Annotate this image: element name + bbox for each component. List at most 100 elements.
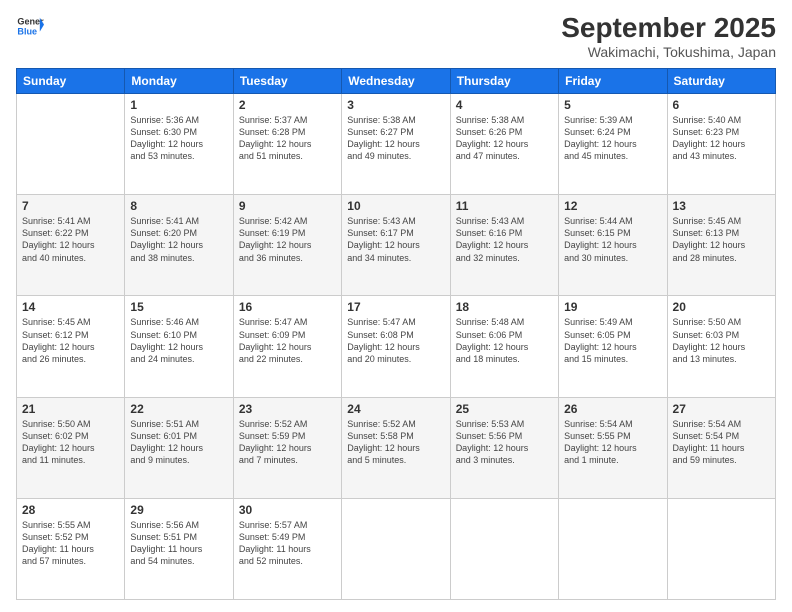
location: Wakimachi, Tokushima, Japan (561, 44, 776, 60)
table-row: 26Sunrise: 5:54 AM Sunset: 5:55 PM Dayli… (559, 397, 667, 498)
day-info: Sunrise: 5:52 AM Sunset: 5:59 PM Dayligh… (239, 418, 336, 467)
day-number: 27 (673, 402, 770, 416)
day-number: 23 (239, 402, 336, 416)
day-info: Sunrise: 5:51 AM Sunset: 6:01 PM Dayligh… (130, 418, 227, 467)
day-info: Sunrise: 5:44 AM Sunset: 6:15 PM Dayligh… (564, 215, 661, 264)
day-number: 5 (564, 98, 661, 112)
day-number: 17 (347, 300, 444, 314)
day-info: Sunrise: 5:43 AM Sunset: 6:17 PM Dayligh… (347, 215, 444, 264)
day-number: 18 (456, 300, 553, 314)
table-row: 24 Sunrise: 5:52 AM Sunset: 5:58 PM Dayli… (342, 397, 450, 498)
table-row (450, 498, 558, 599)
day-info: Sunrise: 5:49 AM Sunset: 6:05 PM Dayligh… (564, 316, 661, 365)
day-info: Sunrise: 5:48 AM Sunset: 6:06 PM Dayligh… (456, 316, 553, 365)
day-info: Sunrise: 5:38 AM Sunset: 6:27 PM Dayligh… (347, 114, 444, 163)
day-info: Sunrise: 5:47 AM Sunset: 6:09 PM Dayligh… (239, 316, 336, 365)
table-row: 28 Sunrise: 5:55 AM Sunset: 5:52 PM Dayli… (17, 498, 125, 599)
table-row: 3Sunrise: 5:38 AM Sunset: 6:27 PM Daylig… (342, 94, 450, 195)
day-info: Sunrise: 5:46 AM Sunset: 6:10 PM Dayligh… (130, 316, 227, 365)
calendar-week-row: 21 Sunrise: 5:50 AM Sunset: 6:02 PM Dayli… (17, 397, 776, 498)
day-number: 15 (130, 300, 227, 314)
header: General Blue September 2025 Wakimachi, T… (16, 12, 776, 60)
table-row: 11 Sunrise: 5:43 AM Sunset: 6:16 PM Dayli… (450, 195, 558, 296)
table-row: 29 Sunrise: 5:56 AM Sunset: 5:51 PM Dayli… (125, 498, 233, 599)
col-friday: Friday (559, 69, 667, 94)
day-number: 28 (22, 503, 119, 517)
table-row (559, 498, 667, 599)
calendar-week-row: 1 Sunrise: 5:36 AM Sunset: 6:30 PM Daylig… (17, 94, 776, 195)
col-sunday: Sunday (17, 69, 125, 94)
table-row: 5 Sunrise: 5:39 AM Sunset: 6:24 PM Daylig… (559, 94, 667, 195)
day-info: Sunrise: 5:50 AM Sunset: 6:03 PM Dayligh… (673, 316, 770, 365)
table-row: 21 Sunrise: 5:50 AM Sunset: 6:02 PM Dayli… (17, 397, 125, 498)
day-number: 10 (347, 199, 444, 213)
table-row: 22 Sunrise: 5:51 AM Sunset: 6:01 PM Dayli… (125, 397, 233, 498)
col-saturday: Saturday (667, 69, 775, 94)
day-number: 1 (130, 98, 227, 112)
day-info: Sunrise: 5:41 AM Sunset: 6:22 PM Dayligh… (22, 215, 119, 264)
day-info: Sunrise: 5:50 AM Sunset: 6:02 PM Dayligh… (22, 418, 119, 467)
day-number: 9 (239, 199, 336, 213)
day-number: 26 (564, 402, 661, 416)
col-monday: Monday (125, 69, 233, 94)
day-number: 30 (239, 503, 336, 517)
table-row: 15 Sunrise: 5:46 AM Sunset: 6:10 PM Dayli… (125, 296, 233, 397)
day-info: Sunrise: 5:43 AM Sunset: 6:16 PM Dayligh… (456, 215, 553, 264)
day-info: Sunrise: 5:55 AM Sunset: 5:52 PM Dayligh… (22, 519, 119, 568)
day-number: 7 (22, 199, 119, 213)
table-row: 7 Sunrise: 5:41 AM Sunset: 6:22 PM Daylig… (17, 195, 125, 296)
title-section: September 2025 Wakimachi, Tokushima, Jap… (561, 12, 776, 60)
day-info: Sunrise: 5:45 AM Sunset: 6:13 PM Dayligh… (673, 215, 770, 264)
table-row (667, 498, 775, 599)
day-number: 12 (564, 199, 661, 213)
day-number: 20 (673, 300, 770, 314)
day-info: Sunrise: 5:36 AM Sunset: 6:30 PM Dayligh… (130, 114, 227, 163)
day-info: Sunrise: 5:38 AM Sunset: 6:26 PM Dayligh… (456, 114, 553, 163)
table-row: 25 Sunrise: 5:53 AM Sunset: 5:56 PM Dayli… (450, 397, 558, 498)
table-row: 13 Sunrise: 5:45 AM Sunset: 6:13 PM Dayli… (667, 195, 775, 296)
logo: General Blue (16, 12, 44, 40)
day-number: 29 (130, 503, 227, 517)
day-number: 2 (239, 98, 336, 112)
page: General Blue September 2025 Wakimachi, T… (0, 0, 792, 612)
col-wednesday: Wednesday (342, 69, 450, 94)
table-row: 30 Sunrise: 5:57 AM Sunset: 5:49 PM Dayli… (233, 498, 341, 599)
day-number: 21 (22, 402, 119, 416)
table-row: 4Sunrise: 5:38 AM Sunset: 6:26 PM Daylig… (450, 94, 558, 195)
table-row: 16 Sunrise: 5:47 AM Sunset: 6:09 PM Dayli… (233, 296, 341, 397)
table-row: 20 Sunrise: 5:50 AM Sunset: 6:03 PM Dayli… (667, 296, 775, 397)
day-info: Sunrise: 5:47 AM Sunset: 6:08 PM Dayligh… (347, 316, 444, 365)
day-info: Sunrise: 5:42 AM Sunset: 6:19 PM Dayligh… (239, 215, 336, 264)
day-number: 24 (347, 402, 444, 416)
day-info: Sunrise: 5:53 AM Sunset: 5:56 PM Dayligh… (456, 418, 553, 467)
day-info: Sunrise: 5:57 AM Sunset: 5:49 PM Dayligh… (239, 519, 336, 568)
table-row: 8Sunrise: 5:41 AM Sunset: 6:20 PM Daylig… (125, 195, 233, 296)
day-number: 13 (673, 199, 770, 213)
day-number: 14 (22, 300, 119, 314)
day-info: Sunrise: 5:56 AM Sunset: 5:51 PM Dayligh… (130, 519, 227, 568)
day-info: Sunrise: 5:39 AM Sunset: 6:24 PM Dayligh… (564, 114, 661, 163)
table-row: 6Sunrise: 5:40 AM Sunset: 6:23 PM Daylig… (667, 94, 775, 195)
day-info: Sunrise: 5:40 AM Sunset: 6:23 PM Dayligh… (673, 114, 770, 163)
day-info: Sunrise: 5:37 AM Sunset: 6:28 PM Dayligh… (239, 114, 336, 163)
calendar-week-row: 28 Sunrise: 5:55 AM Sunset: 5:52 PM Dayli… (17, 498, 776, 599)
table-row: 10 Sunrise: 5:43 AM Sunset: 6:17 PM Dayli… (342, 195, 450, 296)
day-number: 22 (130, 402, 227, 416)
table-row (17, 94, 125, 195)
table-row: 12 Sunrise: 5:44 AM Sunset: 6:15 PM Dayli… (559, 195, 667, 296)
table-row: 19 Sunrise: 5:49 AM Sunset: 6:05 PM Dayli… (559, 296, 667, 397)
day-number: 19 (564, 300, 661, 314)
day-number: 11 (456, 199, 553, 213)
calendar-week-row: 14 Sunrise: 5:45 AM Sunset: 6:12 PM Dayli… (17, 296, 776, 397)
logo-icon: General Blue (16, 12, 44, 40)
day-number: 16 (239, 300, 336, 314)
col-tuesday: Tuesday (233, 69, 341, 94)
day-info: Sunrise: 5:52 AM Sunset: 5:58 PM Dayligh… (347, 418, 444, 467)
table-row: 9 Sunrise: 5:42 AM Sunset: 6:19 PM Daylig… (233, 195, 341, 296)
table-row: 23 Sunrise: 5:52 AM Sunset: 5:59 PM Dayli… (233, 397, 341, 498)
table-row (342, 498, 450, 599)
day-info: Sunrise: 5:45 AM Sunset: 6:12 PM Dayligh… (22, 316, 119, 365)
table-row: 27Sunrise: 5:54 AM Sunset: 5:54 PM Dayli… (667, 397, 775, 498)
day-info: Sunrise: 5:41 AM Sunset: 6:20 PM Dayligh… (130, 215, 227, 264)
day-number: 25 (456, 402, 553, 416)
